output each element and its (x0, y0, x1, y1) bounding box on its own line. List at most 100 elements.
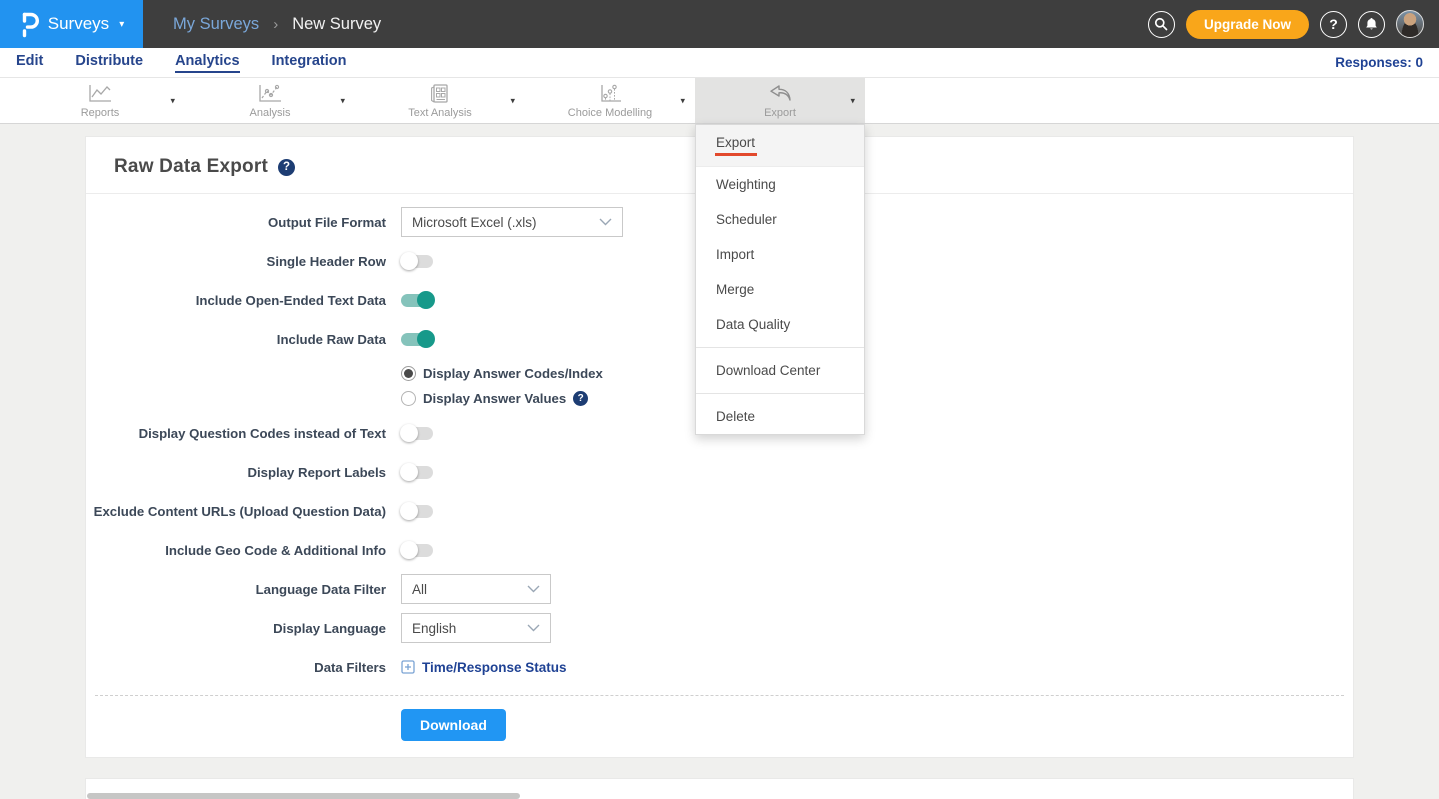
help-button[interactable]: ? (1320, 11, 1347, 38)
data-filters-label: Data Filters (86, 660, 386, 675)
select-chevron-icon (527, 585, 540, 593)
upgrade-now-button[interactable]: Upgrade Now (1186, 10, 1309, 39)
tab-integration[interactable]: Integration (272, 53, 347, 73)
raw-data-export-help-icon[interactable]: ? (278, 159, 295, 176)
horizontal-scrollbar-thumb[interactable] (87, 793, 520, 799)
output-file-format-value: Microsoft Excel (.xls) (412, 215, 537, 230)
language-filter-label: Language Data Filter (86, 582, 386, 597)
toolbar-text-analysis-label: Text Analysis (408, 107, 472, 119)
topbar-actions: Upgrade Now ? (1148, 10, 1439, 39)
export-dropdown-menu: Export Weighting Scheduler Import Merge … (695, 124, 865, 435)
single-header-row-toggle[interactable] (401, 255, 433, 268)
toolbar-analysis-label: Analysis (250, 107, 291, 119)
include-geo-label: Include Geo Code & Additional Info (86, 543, 386, 558)
display-answer-values-radio[interactable] (401, 391, 416, 406)
breadcrumb-my-surveys[interactable]: My Surveys (173, 15, 259, 34)
analysis-caret-icon[interactable]: ▾ (340, 95, 345, 106)
menu-item-delete[interactable]: Delete (696, 399, 864, 434)
search-icon (1154, 17, 1168, 31)
select-chevron-icon (599, 218, 612, 226)
display-answer-values-help-icon[interactable]: ? (573, 391, 588, 406)
report-labels-label: Display Report Labels (86, 465, 386, 480)
include-raw-data-toggle[interactable] (401, 333, 433, 346)
tab-analytics[interactable]: Analytics (175, 53, 239, 73)
analysis-chart-icon (256, 83, 284, 105)
product-name: Surveys (48, 14, 109, 34)
breadcrumb: My Surveys › New Survey (173, 15, 381, 34)
report-labels-toggle[interactable] (401, 466, 433, 479)
menu-item-download-center[interactable]: Download Center (696, 353, 864, 388)
breadcrumb-chevron-icon: › (273, 16, 278, 33)
user-avatar[interactable] (1396, 10, 1424, 38)
product-caret-icon: ▾ (119, 19, 124, 30)
display-answer-codes-label: Display Answer Codes/Index (423, 366, 603, 381)
display-answer-values-option[interactable]: Display Answer Values ? (401, 391, 1353, 406)
data-filters-row: Data Filters Time/Response Status (86, 652, 1353, 682)
display-language-value: English (412, 621, 456, 636)
toolbar-choice-modelling-label: Choice Modelling (568, 107, 652, 119)
text-analysis-caret-icon[interactable]: ▾ (510, 95, 515, 106)
reports-chart-icon (86, 83, 114, 105)
reports-caret-icon[interactable]: ▾ (170, 95, 175, 106)
export-menu-label-red-underline-annotation: Export (715, 135, 757, 156)
include-geo-row: Include Geo Code & Additional Info (86, 535, 1353, 565)
questionpro-logo-icon (19, 11, 40, 38)
export-caret-icon[interactable]: ▾ (850, 95, 855, 106)
exclude-content-urls-row: Exclude Content URLs (Upload Question Da… (86, 496, 1353, 526)
time-response-status-text: Time/Response Status (422, 660, 567, 675)
text-analysis-document-icon (427, 83, 453, 105)
menu-divider (696, 347, 864, 348)
analytics-toolbar: Reports ▾ Analysis ▾ (0, 78, 1439, 124)
toolbar-export[interactable]: Export ▾ (695, 78, 865, 123)
raw-data-export-title: Raw Data Export (114, 156, 268, 178)
breadcrumb-current-survey: New Survey (292, 15, 381, 34)
toolbar-choice-modelling[interactable]: Choice Modelling ▾ (525, 78, 695, 123)
export-arrow-icon (766, 83, 794, 105)
menu-item-merge[interactable]: Merge (696, 272, 864, 307)
menu-item-data-quality[interactable]: Data Quality (696, 307, 864, 342)
exclude-content-urls-label: Exclude Content URLs (Upload Question Da… (86, 504, 386, 519)
toolbar-reports[interactable]: Reports ▾ (15, 78, 185, 123)
include-geo-toggle[interactable] (401, 544, 433, 557)
exclude-content-urls-toggle[interactable] (401, 505, 433, 518)
bell-icon (1365, 17, 1378, 31)
responses-count: Responses: 0 (1335, 55, 1423, 70)
download-button[interactable]: Download (401, 709, 506, 741)
select-chevron-icon (527, 624, 540, 632)
choice-modelling-caret-icon[interactable]: ▾ (680, 95, 685, 106)
output-file-format-label: Output File Format (86, 215, 386, 230)
product-switcher[interactable]: Surveys ▾ (0, 0, 143, 48)
menu-item-import[interactable]: Import (696, 237, 864, 272)
expand-plus-icon (401, 660, 415, 674)
toolbar-analysis[interactable]: Analysis ▾ (185, 78, 355, 123)
include-open-ended-label: Include Open-Ended Text Data (86, 293, 386, 308)
question-mark-icon: ? (1329, 16, 1338, 32)
output-file-format-select[interactable]: Microsoft Excel (.xls) (401, 207, 623, 237)
notifications-button[interactable] (1358, 11, 1385, 38)
question-codes-toggle[interactable] (401, 427, 433, 440)
language-filter-row: Language Data Filter All (86, 574, 1353, 604)
display-language-label: Display Language (86, 621, 386, 636)
menu-item-weighting[interactable]: Weighting (696, 167, 864, 202)
top-bar: Surveys ▾ My Surveys › New Survey Upgrad… (0, 0, 1439, 48)
menu-item-export[interactable]: Export (696, 125, 864, 167)
display-language-select[interactable]: English (401, 613, 551, 643)
include-open-ended-toggle[interactable] (401, 294, 433, 307)
toolbar-export-label: Export (764, 107, 796, 119)
answer-display-radio-group: Display Answer Codes/Index Display Answe… (401, 363, 1353, 418)
time-response-status-link[interactable]: Time/Response Status (401, 660, 567, 675)
menu-item-scheduler[interactable]: Scheduler (696, 202, 864, 237)
display-answer-codes-radio[interactable] (401, 366, 416, 381)
toolbar-text-analysis[interactable]: Text Analysis ▾ (355, 78, 525, 123)
display-language-row: Display Language English (86, 613, 1353, 643)
menu-divider (696, 393, 864, 394)
tab-edit[interactable]: Edit (16, 53, 43, 73)
display-answer-codes-option[interactable]: Display Answer Codes/Index (401, 366, 1353, 381)
language-filter-select[interactable]: All (401, 574, 551, 604)
search-button[interactable] (1148, 11, 1175, 38)
tab-distribute[interactable]: Distribute (75, 53, 143, 73)
choice-modelling-chart-icon (596, 83, 624, 105)
report-labels-row: Display Report Labels (86, 457, 1353, 487)
page: Surveys ▾ My Surveys › New Survey Upgrad… (0, 0, 1439, 799)
single-header-row-label: Single Header Row (86, 254, 386, 269)
